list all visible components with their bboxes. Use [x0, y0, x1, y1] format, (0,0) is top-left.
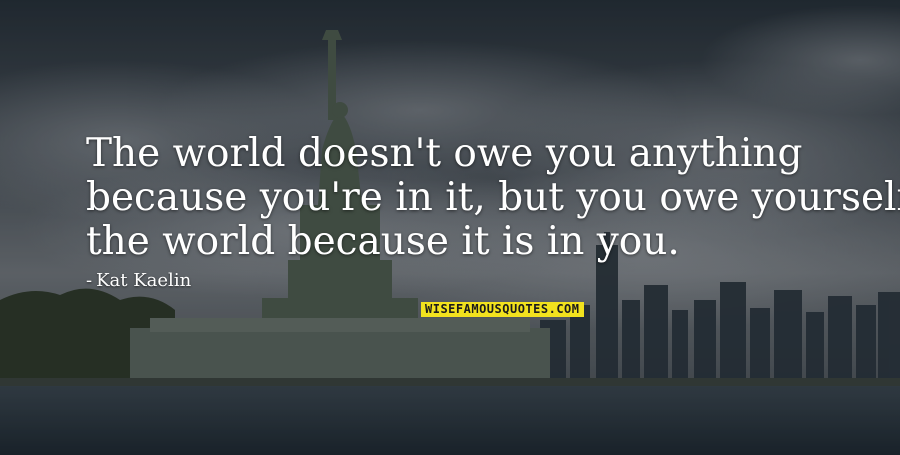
- quote-line: the world because it is in you.: [86, 219, 680, 264]
- watermark-badge: WISEFAMOUSQUOTES.COM: [421, 302, 584, 317]
- quote-text: The world doesn't owe you anything becau…: [86, 131, 900, 264]
- quote-author: - Kat Kaelin: [86, 270, 191, 291]
- quote-line: The world doesn't owe you anything: [86, 131, 803, 176]
- author-prefix: -: [86, 270, 93, 291]
- quote-card: The world doesn't owe you anything becau…: [0, 0, 900, 455]
- author-name: Kat Kaelin: [96, 270, 192, 291]
- quote-line: because you're in it, but you owe yourse…: [86, 175, 900, 220]
